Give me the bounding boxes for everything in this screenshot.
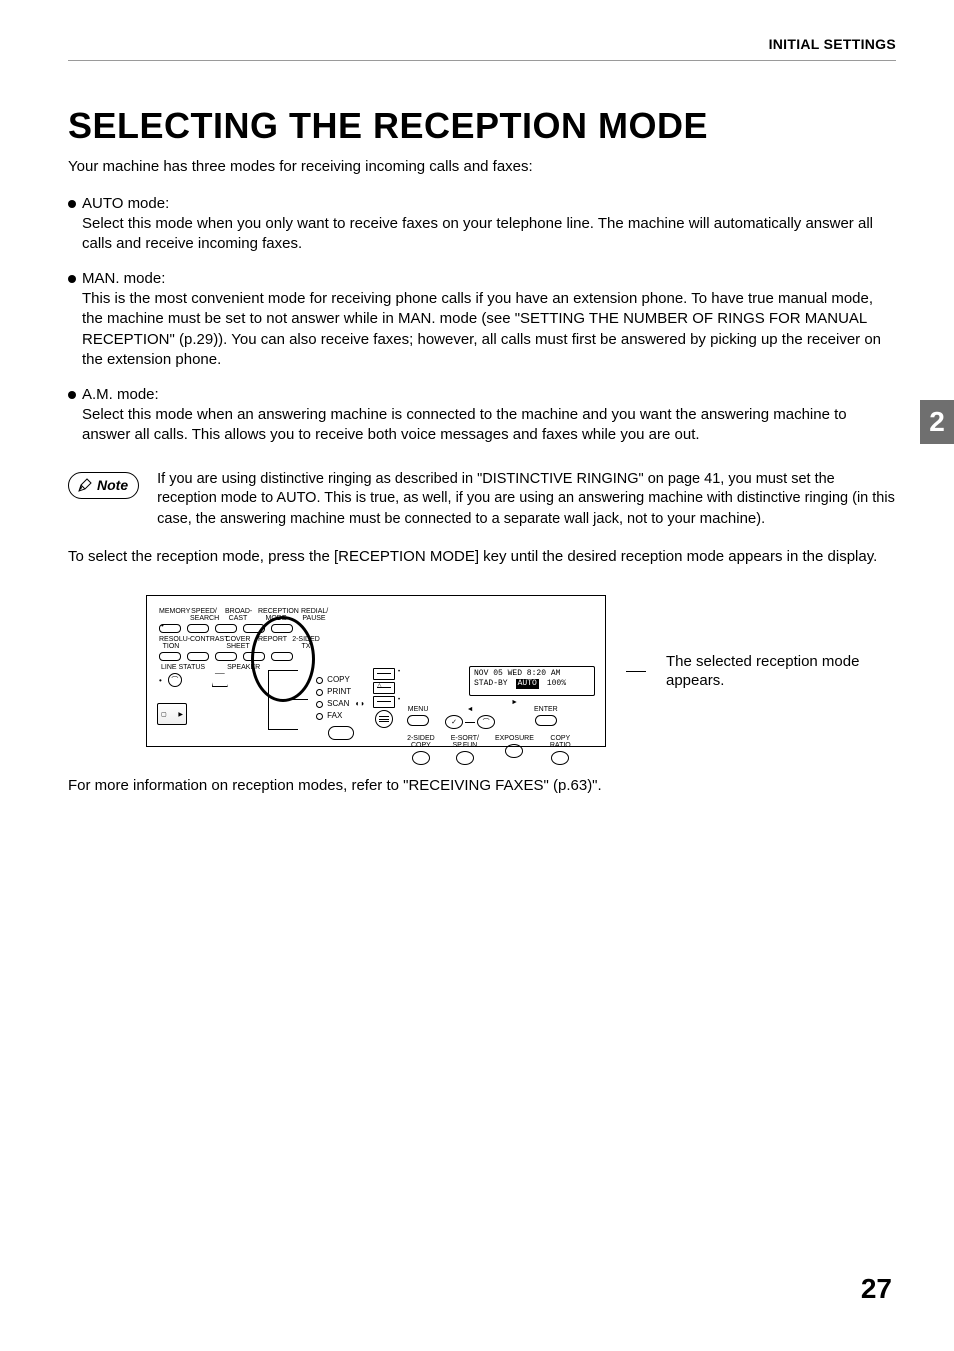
tray-slot-icon: • (373, 668, 395, 680)
reception-mode-key: ▢▶ (157, 703, 187, 725)
mode-am: A.M. mode: Select this mode when an answ… (68, 386, 896, 446)
pencil-icon (77, 477, 93, 493)
mode-body-text: Select this mode when you only want to r… (82, 214, 896, 255)
panel-small-button (215, 652, 237, 661)
note-badge: Note (68, 472, 139, 499)
bullet-icon (68, 391, 76, 399)
line-status-icon: ⌒ (168, 673, 182, 687)
note-text: If you are using distinctive ringing as … (157, 470, 896, 530)
lcd-display: NOV 05 WED 8:20 AM STAD-BY AUTO 100% (469, 666, 595, 696)
panel-small-button (215, 624, 237, 633)
radio-icon (316, 689, 323, 696)
panel-figure-row: MEMORY SPEED/ SEARCH BROAD- CAST RECEPTI… (146, 595, 896, 747)
chapter-tab: 2 (920, 400, 954, 444)
intro-text: Your machine has three modes for receivi… (68, 157, 896, 177)
right-arrow-button: ⌒ (477, 715, 495, 729)
radio-icon (316, 677, 323, 684)
enter-button (535, 715, 557, 726)
panel-small-button (271, 624, 293, 633)
page-number: 27 (861, 1273, 892, 1305)
speaker-icon (212, 673, 228, 687)
mode-auto: AUTO mode: Select this mode when you onl… (68, 195, 896, 255)
callout-connector-line (626, 671, 646, 672)
panel-round-button (551, 751, 569, 765)
top-buttons-row (159, 624, 595, 633)
radio-icon (316, 701, 323, 708)
more-info-text: For more information on reception modes,… (68, 777, 896, 794)
bracket-icon (268, 670, 298, 730)
modes-list: AUTO mode: Select this mode when you onl… (68, 195, 896, 446)
function-mode-list: COPY PRINT SCAN◐◗ FAX (316, 674, 365, 740)
mode-body-text: Select this mode when an answering machi… (82, 405, 896, 446)
header-rule (68, 60, 896, 61)
left-arrow-button: ✓ (445, 715, 463, 729)
panel-small-button (243, 624, 265, 633)
mid-label-row: RESOLU- TION CONTRAST COVER SHEET REPORT… (159, 636, 595, 650)
paper-tray-cluster: • △ • (373, 668, 395, 728)
line-status-cluster: LINE STATUS SPEAKER • ⌒ ▢▶ (157, 664, 260, 725)
mode-title-text: MAN. mode: (82, 270, 165, 287)
tray-slot-icon: • (373, 696, 395, 708)
top-label-row: MEMORY SPEED/ SEARCH BROAD- CAST RECEPTI… (159, 608, 595, 622)
panel-round-button (505, 744, 523, 758)
mode-title-text: AUTO mode: (82, 195, 169, 212)
panel-small-button (159, 652, 181, 661)
mid-buttons-row (159, 652, 595, 661)
panel-round-button (412, 751, 430, 765)
mode-body-text: This is the most convenient mode for rec… (82, 289, 896, 370)
page-title: SELECTING THE RECEPTION MODE (68, 105, 896, 147)
online-icon: ◐◗ (355, 698, 365, 710)
menu-button (407, 715, 429, 726)
panel-round-button (456, 751, 474, 765)
menu-button-group: MENU (407, 706, 429, 726)
bullet-icon (68, 275, 76, 283)
mode-switch-button (328, 726, 354, 740)
page: INITIAL SETTINGS 2 SELECTING THE RECEPTI… (0, 0, 954, 1351)
tray-slot-icon: △ (373, 682, 395, 694)
callout-text: The selected reception mode appears. (666, 652, 866, 691)
tray-select-button (375, 710, 393, 728)
panel-small-button (187, 624, 209, 633)
lcd-mode-indicator: AUTO (516, 679, 539, 689)
note-label: Note (97, 477, 128, 493)
note-block: Note If you are using distinctive ringin… (68, 470, 896, 530)
panel-small-button (159, 624, 181, 633)
enter-button-group: ENTER (534, 706, 558, 726)
panel-small-button (271, 652, 293, 661)
control-panel-figure: MEMORY SPEED/ SEARCH BROAD- CAST RECEPTI… (146, 595, 606, 747)
radio-icon (316, 713, 323, 720)
select-instruction: To select the reception mode, press the … (68, 547, 896, 567)
bullet-icon (68, 200, 76, 208)
panel-small-button (243, 652, 265, 661)
mode-man: MAN. mode: This is the most convenient m… (68, 270, 896, 370)
mode-title-text: A.M. mode: (82, 386, 159, 403)
panel-small-button (187, 652, 209, 661)
section-header-label: INITIAL SETTINGS (68, 36, 896, 52)
